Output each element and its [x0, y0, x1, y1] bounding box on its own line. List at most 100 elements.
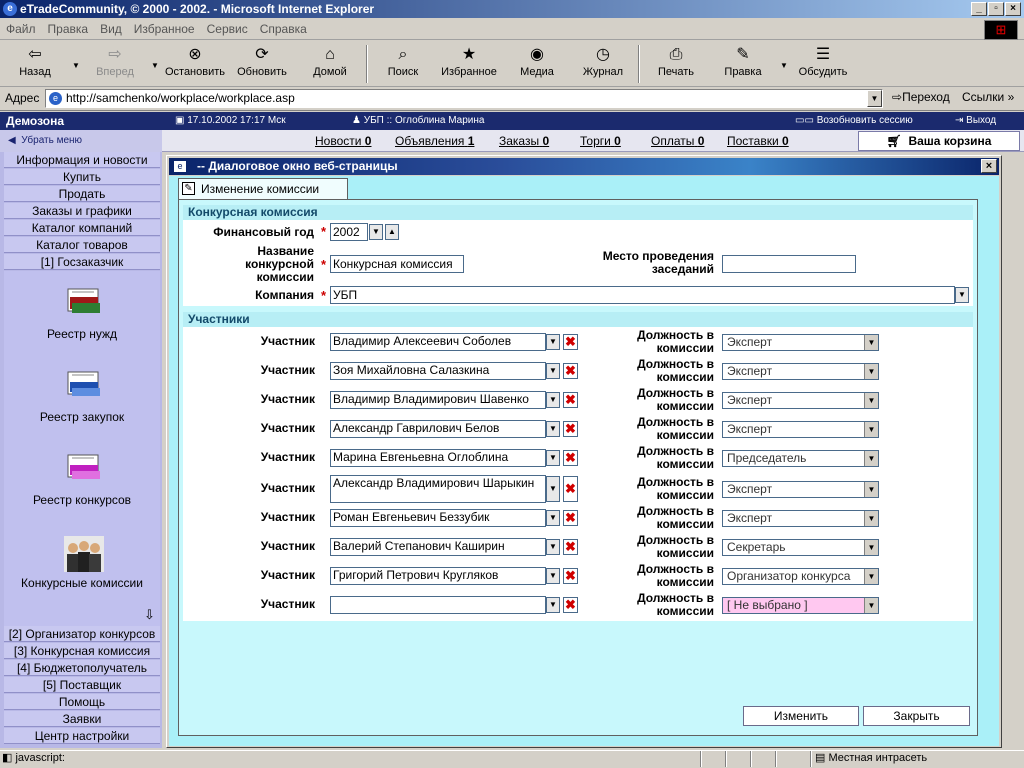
dialog-close-button[interactable]: × [981, 159, 997, 173]
sidebar-panel-purchases-registry[interactable]: Реестр закупок [4, 410, 160, 424]
participant-name-input[interactable]: Владимир Алексеевич Соболев [330, 333, 546, 351]
meeting-place-input[interactable] [722, 255, 856, 273]
menu-view[interactable]: Вид [94, 18, 128, 36]
role-dropdown-icon[interactable]: ▼ [864, 569, 878, 584]
role-select[interactable]: Эксперт ▼ [722, 421, 879, 438]
participant-name-input[interactable]: Григорий Петрович Кругляков [330, 567, 546, 585]
participant-dropdown-icon[interactable]: ▼ [546, 363, 560, 379]
delete-participant-icon[interactable]: ✖ [563, 363, 578, 379]
role-select[interactable]: Эксперт ▼ [722, 481, 879, 498]
scroll-down-icon[interactable]: ⇩ [144, 607, 155, 623]
participant-name-input[interactable]: Владимир Владимирович Шавенко [330, 391, 546, 409]
close-button[interactable]: Закрыть [863, 706, 970, 726]
role-dropdown-icon[interactable]: ▼ [864, 364, 878, 379]
edit-dropdown-icon[interactable]: ▼ [780, 61, 788, 70]
role-select[interactable]: Председатель ▼ [722, 450, 879, 467]
role-dropdown-icon[interactable]: ▼ [864, 393, 878, 408]
exit-link[interactable]: ⇥ Выход [955, 115, 996, 126]
go-button[interactable]: ⇨Переход [892, 90, 950, 104]
menu-edit[interactable]: Правка [42, 18, 95, 36]
forward-dropdown-icon[interactable]: ▼ [151, 61, 159, 70]
nav-orders[interactable]: Заказы 0 [499, 134, 549, 148]
participant-dropdown-icon[interactable]: ▼ [546, 421, 560, 437]
sidebar-item-info-news[interactable]: Информация и новости [4, 152, 160, 168]
role-select[interactable]: Эксперт ▼ [722, 334, 879, 351]
delete-participant-icon[interactable]: ✖ [563, 539, 578, 555]
address-dropdown-icon[interactable]: ▼ [867, 90, 882, 107]
company-dropdown-icon[interactable]: ▼ [955, 287, 969, 303]
participant-name-input[interactable]: Валерий Степанович Каширин [330, 538, 546, 556]
tenders-registry-icon[interactable] [64, 453, 104, 489]
nav-auctions[interactable]: Торги 0 [580, 134, 621, 148]
delete-participant-icon[interactable]: ✖ [563, 510, 578, 526]
role-select[interactable]: Эксперт ▼ [722, 363, 879, 380]
stop-button[interactable]: ⊗ Остановить [164, 43, 226, 85]
menu-help[interactable]: Справка [254, 18, 313, 36]
participant-name-input[interactable]: Марина Евгеньевна Оглоблина [330, 449, 546, 467]
resume-session-link[interactable]: ▭▭ Возобновить сессию [795, 115, 913, 126]
role-select[interactable]: Организатор конкурса ▼ [722, 568, 879, 585]
sidebar-item-help[interactable]: Помощь [4, 694, 160, 710]
tab-edit-commission[interactable]: Изменение комиссии [178, 178, 348, 200]
participant-name-input[interactable]: Зоя Михайловна Салазкина [330, 362, 546, 380]
close-window-button[interactable]: × [1005, 2, 1021, 16]
refresh-button[interactable]: ⟳ Обновить [231, 43, 293, 85]
delete-participant-icon[interactable]: ✖ [563, 568, 578, 584]
nav-deliveries[interactable]: Поставки 0 [727, 134, 789, 148]
year-down-icon[interactable]: ▼ [369, 224, 383, 240]
hide-menu-button[interactable]: ◀ Убрать меню [0, 130, 162, 152]
media-button[interactable]: ◉ Медиа [506, 43, 568, 85]
participant-dropdown-icon[interactable]: ▼ [546, 450, 560, 466]
participant-dropdown-icon[interactable]: ▼ [546, 568, 560, 584]
commissions-icon[interactable] [64, 536, 104, 572]
role-select[interactable]: Эксперт ▼ [722, 510, 879, 527]
links-button[interactable]: Ссылки » [962, 90, 1014, 104]
delete-participant-icon[interactable]: ✖ [563, 476, 578, 502]
participant-dropdown-icon[interactable]: ▼ [546, 334, 560, 350]
role-dropdown-icon[interactable]: ▼ [864, 482, 878, 497]
commission-name-input[interactable]: Конкурсная комиссия [330, 255, 464, 273]
delete-participant-icon[interactable]: ✖ [563, 392, 578, 408]
sidebar-item-tender-commission[interactable]: [3] Конкурсная комиссия [4, 643, 160, 659]
nav-news[interactable]: Новости 0 [315, 134, 371, 148]
history-button[interactable]: ◷ Журнал [572, 43, 634, 85]
edit-button[interactable]: ✎ Правка [712, 43, 774, 85]
delete-participant-icon[interactable]: ✖ [563, 421, 578, 437]
role-dropdown-icon[interactable]: ▼ [864, 511, 878, 526]
sidebar-item-orders-schedules[interactable]: Заказы и графики [4, 203, 160, 219]
participant-name-input[interactable]: Александр Владимирович Шарыкин [330, 475, 546, 503]
forward-button[interactable]: ⇨ Вперед [84, 43, 146, 85]
role-dropdown-icon[interactable]: ▼ [864, 451, 878, 466]
cart-button[interactable]: 🛒︎ Ваша корзина [858, 131, 1020, 151]
sidebar-item-goods-catalog[interactable]: Каталог товаров [4, 237, 160, 253]
sidebar-item-companies-catalog[interactable]: Каталог компаний [4, 220, 160, 236]
sidebar-item-buy[interactable]: Купить [4, 169, 160, 185]
sidebar-panel-needs-registry[interactable]: Реестр нужд [4, 327, 160, 341]
role-dropdown-icon[interactable]: ▼ [864, 598, 878, 613]
back-dropdown-icon[interactable]: ▼ [72, 61, 80, 70]
discuss-button[interactable]: ☰ Обсудить [792, 43, 854, 85]
participant-dropdown-icon[interactable]: ▼ [546, 510, 560, 526]
year-input[interactable]: 2002 [330, 223, 368, 241]
needs-registry-icon[interactable] [64, 287, 104, 323]
home-button[interactable]: ⌂ Домой [299, 43, 361, 85]
participant-dropdown-icon[interactable]: ▼ [546, 392, 560, 408]
role-select[interactable]: [ Не выбрано ] ▼ [722, 597, 879, 614]
nav-payments[interactable]: Оплаты 0 [651, 134, 704, 148]
address-input[interactable]: e http://samchenko/workplace/workplace.a… [45, 89, 883, 108]
sidebar-panel-commissions[interactable]: Конкурсные комиссии [4, 576, 160, 590]
maximize-button[interactable]: ▫ [988, 2, 1004, 16]
menu-favorites[interactable]: Избранное [128, 18, 201, 36]
sidebar-panel-tenders-registry[interactable]: Реестр конкурсов [4, 493, 160, 507]
participant-name-input[interactable] [330, 596, 546, 614]
minimize-button[interactable]: _ [971, 2, 987, 16]
year-up-icon[interactable]: ▲ [385, 224, 399, 240]
sidebar-item-requests[interactable]: Заявки [4, 711, 160, 727]
favorites-button[interactable]: ★ Избранное [438, 43, 500, 85]
participant-name-input[interactable]: Роман Евгеньевич Беззубик [330, 509, 546, 527]
role-select[interactable]: Секретарь ▼ [722, 539, 879, 556]
participant-dropdown-icon[interactable]: ▼ [546, 539, 560, 555]
role-dropdown-icon[interactable]: ▼ [864, 335, 878, 350]
participant-name-input[interactable]: Александр Гаврилович Белов [330, 420, 546, 438]
change-button[interactable]: Изменить [743, 706, 859, 726]
